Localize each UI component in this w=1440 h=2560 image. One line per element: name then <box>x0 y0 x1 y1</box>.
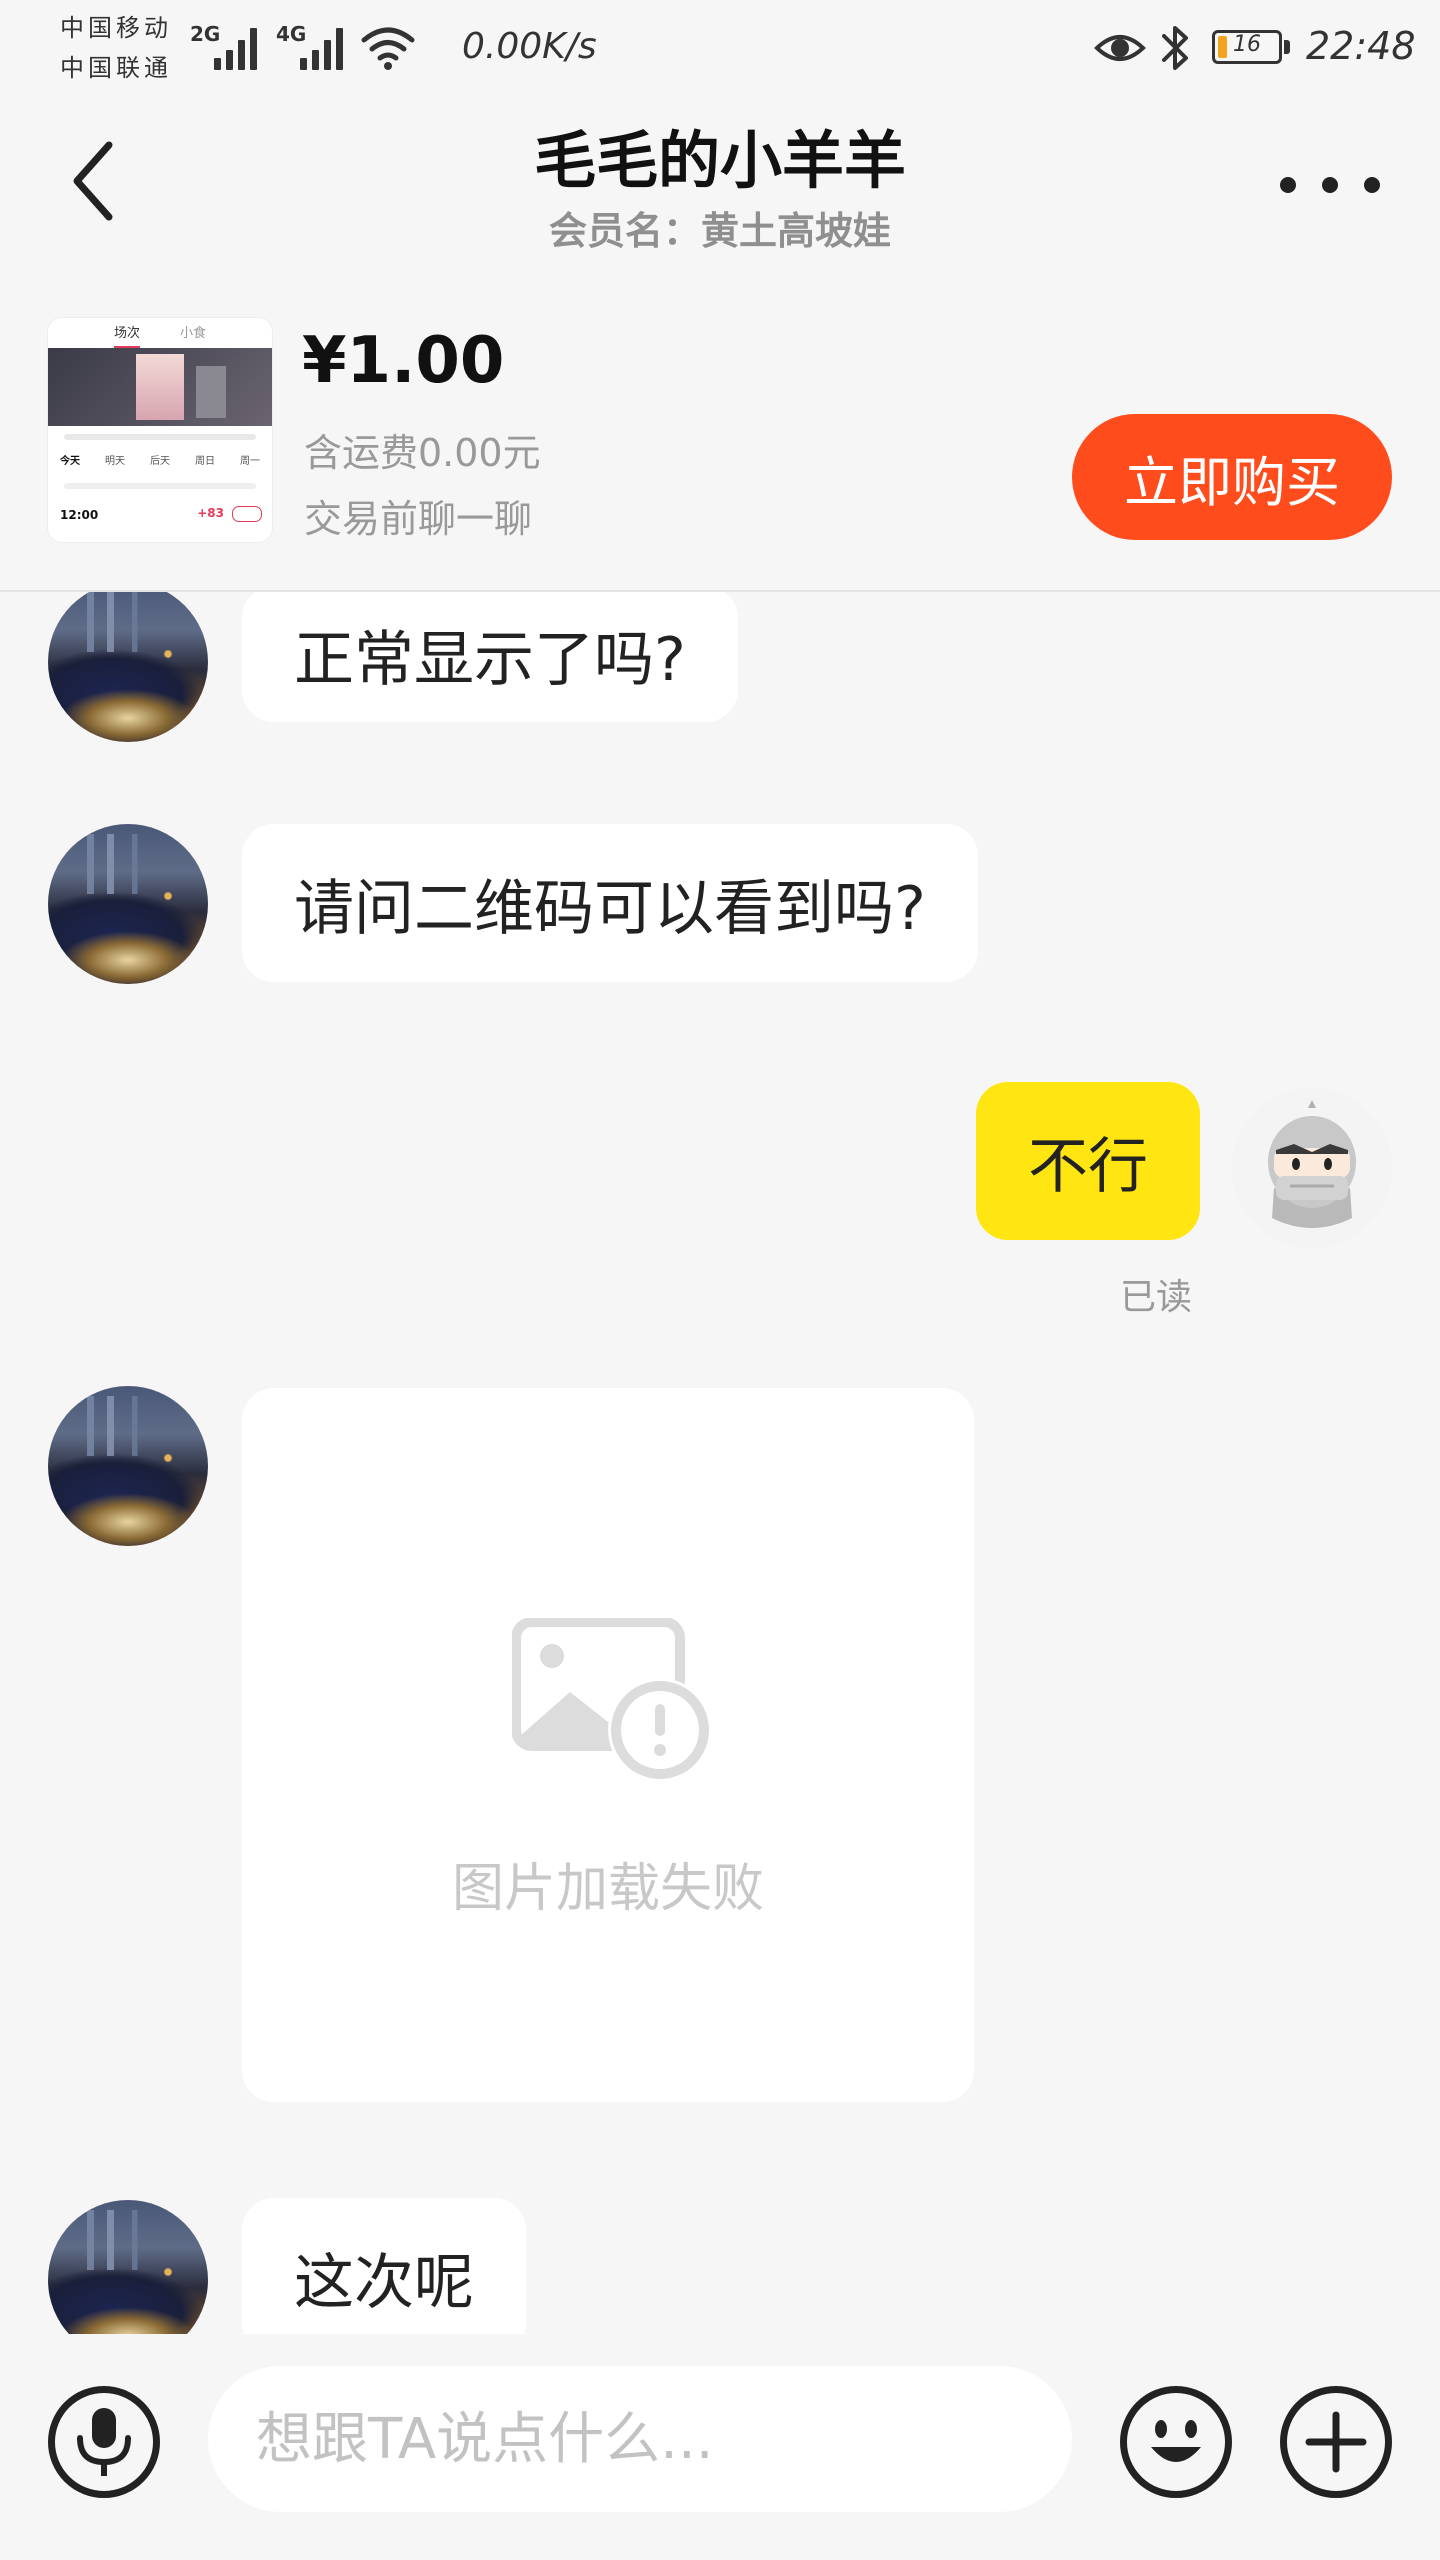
thumb-tab-other: 小食 <box>180 326 207 341</box>
eye-icon <box>1094 35 1146 61</box>
seller-avatar[interactable] <box>48 824 208 984</box>
thumb-poster-2 <box>196 366 226 418</box>
emoji-button[interactable] <box>1120 2386 1232 2498</box>
wifi-icon <box>361 27 415 70</box>
thumb-day: 周日 <box>195 456 215 467</box>
seller-avatar[interactable] <box>48 2200 208 2334</box>
chat-note: 交易前聊一聊 <box>304 497 533 541</box>
buy-now-button[interactable]: 立即购买 <box>1072 414 1392 540</box>
member-name: 会员名：黄土高坡娃 <box>548 209 891 253</box>
product-thumbnail[interactable]: 场次 小食 今天 明天 后天 周日 周一 12:00 +83 <box>48 318 272 542</box>
more-dots-icon <box>1322 177 1338 193</box>
chat-header: 毛毛的小羊羊 会员名：黄土高坡娃 <box>0 100 1440 270</box>
network-speed: 0.00K/s <box>462 26 597 67</box>
plus-button[interactable] <box>1280 2386 1392 2498</box>
thumb-banner <box>48 348 272 426</box>
bluetooth-icon <box>1162 26 1188 70</box>
thumb-poster <box>136 354 184 420</box>
thumb-line <box>64 483 256 489</box>
my-avatar[interactable] <box>1232 1088 1392 1248</box>
message-bubble[interactable]: 正常显示了吗? <box>242 592 738 722</box>
battery-level: 16 <box>1233 32 1261 57</box>
thumb-time: 12:00 <box>60 508 99 522</box>
thumb-extra: +83 <box>197 506 224 520</box>
carrier-1: 中国移动 <box>60 14 172 42</box>
thumb-day: 后天 <box>150 456 170 467</box>
signal-icon <box>300 26 343 70</box>
shipping-fee: 含运费0.00元 <box>304 431 541 475</box>
page-title: 毛毛的小羊羊 <box>533 124 906 197</box>
my-message-bubble[interactable]: 不行 <box>976 1082 1200 1240</box>
microphone-icon <box>77 2408 131 2476</box>
seller-avatar[interactable] <box>48 592 208 742</box>
carrier-2: 中国联通 <box>60 54 172 82</box>
more-dots-icon <box>1280 177 1296 193</box>
carrier-names: 中国移动 中国联通 <box>60 8 172 88</box>
thumb-tab-active: 场次 <box>113 322 140 348</box>
more-button[interactable] <box>1280 160 1380 210</box>
signal-icon <box>214 26 257 70</box>
thumb-day: 明天 <box>105 456 125 467</box>
message-bubble[interactable]: 这次呢 <box>242 2198 526 2334</box>
ninja-avatar-icon <box>1232 1088 1392 1248</box>
status-bar: 中国移动 中国联通 2G 4G 0.00K/s 16 22:48 <box>0 0 1440 100</box>
battery-icon: 16 <box>1212 30 1282 64</box>
message-bubble[interactable]: 请问二维码可以看到吗? <box>242 824 978 982</box>
message-input[interactable] <box>208 2366 1072 2512</box>
input-bar <box>0 2334 1440 2560</box>
image-load-failed-text: 图片加载失败 <box>451 1859 764 1919</box>
thumb-pill <box>232 506 262 522</box>
product-price: ¥1.00 <box>302 324 505 398</box>
chat-screen: 中国移动 中国联通 2G 4G 0.00K/s 16 22:48 毛毛的小羊羊 … <box>0 0 1440 2560</box>
emoji-icon <box>1151 2420 1201 2462</box>
clock: 22:48 <box>1306 24 1416 68</box>
thumb-day: 周一 <box>240 456 260 467</box>
voice-button[interactable] <box>48 2386 160 2498</box>
read-status: 已读 <box>1120 1277 1193 1318</box>
thumb-day: 今天 <box>60 456 80 467</box>
seller-avatar[interactable] <box>48 1386 208 1546</box>
battery-tip <box>1284 40 1290 54</box>
message-list[interactable]: 正常显示了吗? 请问二维码可以看到吗? 不行 已读 图片加载失败 这次呢 <box>0 592 1440 2334</box>
more-dots-icon <box>1364 177 1380 193</box>
plus-icon <box>1305 2411 1367 2473</box>
thumb-tabs: 场次 小食 <box>48 318 272 348</box>
image-message[interactable]: 图片加载失败 <box>242 1388 974 2102</box>
thumb-line <box>64 434 256 440</box>
product-card: 场次 小食 今天 明天 后天 周日 周一 12:00 +83 ¥1.00 含运费… <box>0 300 1440 592</box>
thumb-days: 今天 明天 后天 周日 周一 <box>60 452 260 467</box>
broken-image-icon <box>511 1617 716 1792</box>
